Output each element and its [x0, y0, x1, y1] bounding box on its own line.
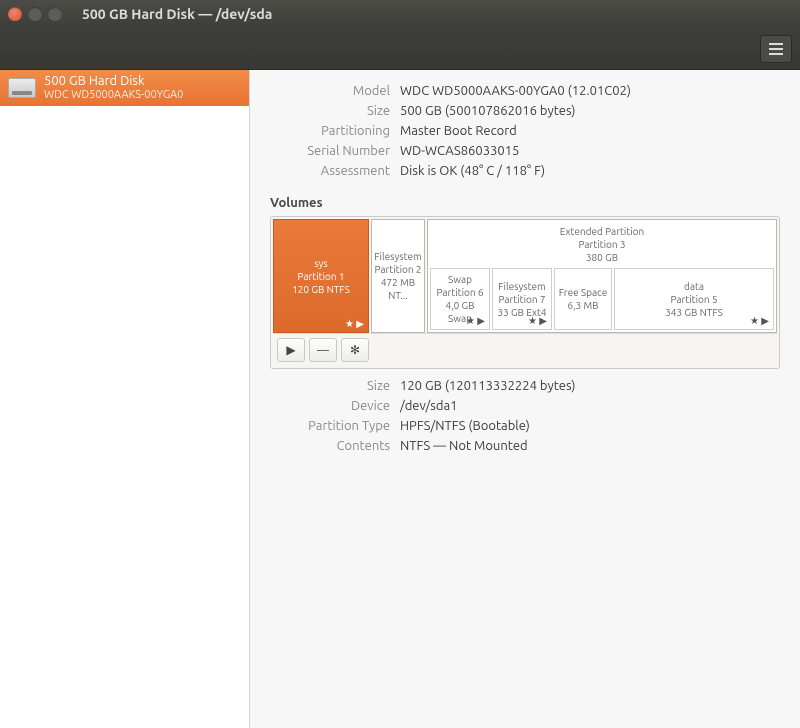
sidebar-item-title: 500 GB Hard Disk [44, 74, 183, 89]
disk-properties: Model WDC WD5000AAKS-00YGA0 (12.01C02) S… [270, 84, 780, 178]
window-title: 500 GB Hard Disk — /dev/sda [70, 6, 272, 22]
delete-button[interactable]: — [309, 338, 337, 362]
label-part-size: Size [270, 379, 390, 393]
value-assessment: Disk is OK (48° C / 118° F) [400, 164, 780, 178]
label-part-type: Partition Type [270, 419, 390, 433]
volume-partition7[interactable]: Filesystem Partition 7 33 GB Ext4 ★ ▶ [492, 268, 552, 330]
value-size: 500 GB (500107862016 bytes) [400, 104, 780, 118]
hamburger-icon [769, 48, 783, 50]
value-serial: WD-WCAS86033015 [400, 144, 780, 158]
label-device: Device [270, 399, 390, 413]
star-play-icon: ★ ▶ [528, 314, 547, 327]
sidebar-item-subtitle: WDC WD5000AAKS-00YGA0 [44, 89, 183, 102]
main-pane: Model WDC WD5000AAKS-00YGA0 (12.01C02) S… [250, 70, 800, 728]
star-play-icon: ★ ▶ [466, 314, 485, 327]
toolbar [0, 28, 800, 70]
disk-icon [8, 78, 36, 98]
value-partitioning: Master Boot Record [400, 124, 780, 138]
label-assessment: Assessment [270, 164, 390, 178]
minus-icon: — [317, 344, 329, 357]
label-contents: Contents [270, 439, 390, 453]
menu-button[interactable] [760, 35, 792, 63]
volume-partition2[interactable]: Filesystem Partition 2 472 MB NT... [371, 219, 425, 333]
volume-data[interactable]: data Partition 5 343 GB NTFS ★ ▶ [614, 268, 774, 330]
minimize-button[interactable] [28, 7, 42, 21]
maximize-button[interactable] [48, 7, 62, 21]
label-model: Model [270, 84, 390, 98]
value-part-type: HPFS/NTFS (Bootable) [400, 419, 780, 433]
titlebar: 500 GB Hard Disk — /dev/sda [0, 0, 800, 28]
close-button[interactable] [8, 7, 22, 21]
sidebar: 500 GB Hard Disk WDC WD5000AAKS-00YGA0 [0, 70, 250, 728]
volumes-heading: Volumes [270, 196, 780, 210]
star-play-icon: ★ ▶ [750, 314, 769, 327]
volume-freespace[interactable]: Free Space 6,3 MB [554, 268, 612, 330]
value-model: WDC WD5000AAKS-00YGA0 (12.01C02) [400, 84, 780, 98]
volume-sys[interactable]: sys Partition 1 120 GB NTFS ★ ▶ [273, 219, 369, 333]
label-partitioning: Partitioning [270, 124, 390, 138]
mount-button[interactable]: ▶ [277, 338, 305, 362]
volume-toolbar: ▶ — ✻ [273, 333, 777, 366]
sidebar-item-disk[interactable]: 500 GB Hard Disk WDC WD5000AAKS-00YGA0 [0, 70, 249, 106]
label-size: Size [270, 104, 390, 118]
partition-properties: Size 120 GB (120113332224 bytes) Device … [270, 379, 780, 453]
star-play-icon: ★ ▶ [345, 317, 364, 330]
volumes-map: sys Partition 1 120 GB NTFS ★ ▶ Filesyst… [270, 216, 780, 369]
volume-swap[interactable]: Swap Partition 6 4,0 GB Swap ★ ▶ [430, 268, 490, 330]
value-device: /dev/sda1 [400, 399, 780, 413]
volume-extended[interactable]: Extended Partition Partition 3 380 GB Sw… [427, 219, 777, 333]
gear-icon: ✻ [350, 343, 360, 357]
options-button[interactable]: ✻ [341, 338, 369, 362]
value-contents: NTFS — Not Mounted [400, 439, 780, 453]
value-part-size: 120 GB (120113332224 bytes) [400, 379, 780, 393]
label-serial: Serial Number [270, 144, 390, 158]
play-icon: ▶ [286, 343, 295, 357]
window-buttons [8, 7, 62, 21]
